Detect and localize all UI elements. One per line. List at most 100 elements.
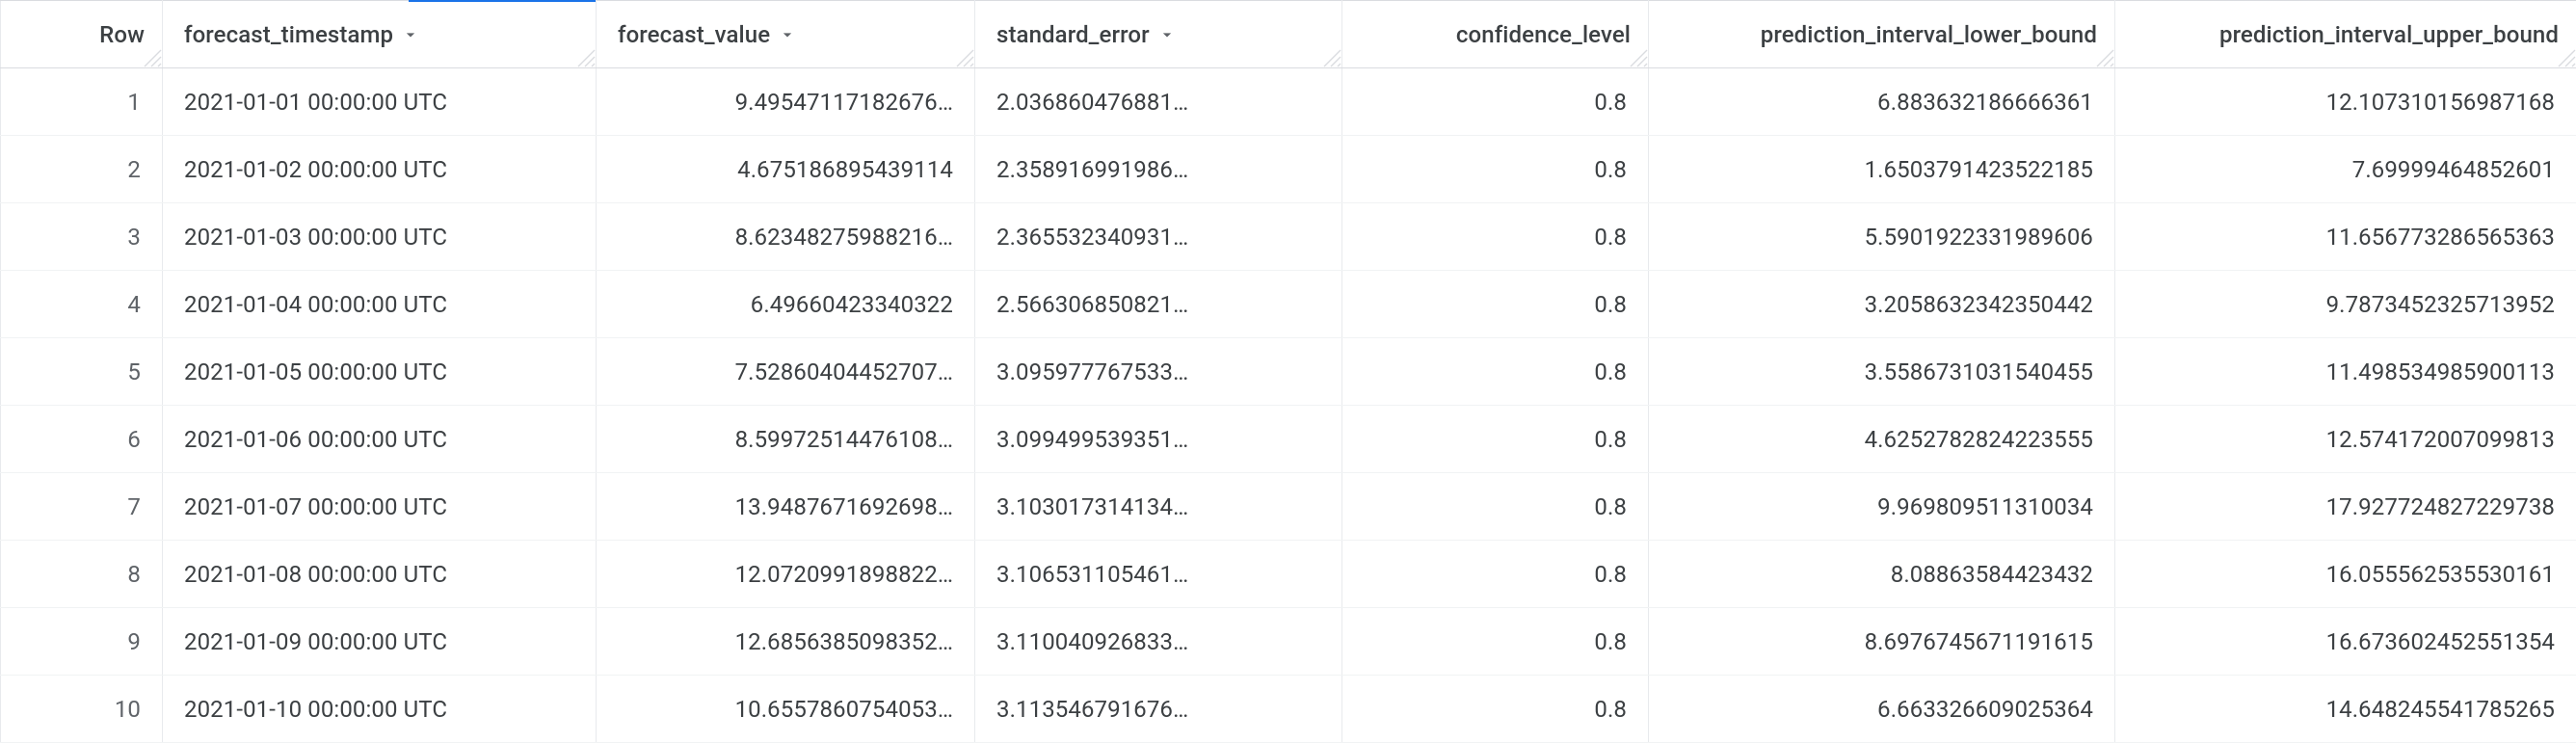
cell-standard-error: 2.566306850821… bbox=[975, 271, 1342, 338]
cell-pred-upper-bound: 14.648245541785265 bbox=[2115, 676, 2576, 743]
cell-standard-error-value: 3.099499539351… bbox=[975, 406, 1341, 472]
header-standard-error[interactable]: standard_error bbox=[975, 1, 1342, 68]
cell-standard-error: 2.036860476881… bbox=[975, 68, 1342, 136]
cell-forecast-value-value: 12.6856385098352… bbox=[597, 608, 974, 675]
cell-pred-lower-bound-value: 8.08863584423432 bbox=[1649, 541, 2114, 607]
cell-pred-upper-bound: 16.055562535530161 bbox=[2115, 541, 2576, 608]
table-row[interactable]: 82021-01-08 00:00:00 UTC12.0720991898822… bbox=[1, 541, 2576, 608]
cell-confidence-level: 0.8 bbox=[1342, 271, 1649, 338]
table-row[interactable]: 32021-01-03 00:00:00 UTC8.62348275988216… bbox=[1, 203, 2576, 271]
header-forecast-value[interactable]: forecast_value bbox=[597, 1, 975, 68]
cell-pred-lower-bound: 9.969809511310034 bbox=[1649, 473, 2115, 541]
resize-handle-icon[interactable] bbox=[953, 46, 974, 67]
cell-confidence-level-value: 0.8 bbox=[1342, 541, 1648, 607]
cell-forecast-timestamp-value: 2021-01-07 00:00:00 UTC bbox=[163, 473, 596, 540]
header-label-cl: confidence_level bbox=[1456, 21, 1631, 48]
cell-pred-lower-bound-value: 9.969809511310034 bbox=[1649, 473, 2114, 540]
cell-standard-error-value: 2.365532340931… bbox=[975, 203, 1341, 270]
table-row[interactable]: 12021-01-01 00:00:00 UTC9.49547117182676… bbox=[1, 68, 2576, 136]
cell-pred-upper-bound-value: 7.69999464852601 bbox=[2115, 136, 2576, 202]
resize-handle-icon[interactable] bbox=[2093, 46, 2114, 67]
cell-forecast-value: 8.62348275988216… bbox=[597, 203, 975, 271]
table-row[interactable]: 92021-01-09 00:00:00 UTC12.6856385098352… bbox=[1, 608, 2576, 676]
cell-pred-lower-bound-value: 3.5586731031540455 bbox=[1649, 338, 2114, 405]
cell-standard-error: 3.106531105461… bbox=[975, 541, 1342, 608]
cell-pred-upper-bound: 17.927724827229738 bbox=[2115, 473, 2576, 541]
header-row: Row forecast_timestamp bbox=[1, 1, 2576, 68]
resize-handle-icon[interactable] bbox=[574, 46, 596, 67]
table-row[interactable]: 22021-01-02 00:00:00 UTC4.67518689543911… bbox=[1, 136, 2576, 203]
cell-confidence-level: 0.8 bbox=[1342, 203, 1649, 271]
cell-row-number-value: 8 bbox=[1, 541, 162, 607]
cell-standard-error: 2.365532340931… bbox=[975, 203, 1342, 271]
cell-row-number: 2 bbox=[1, 136, 163, 203]
cell-standard-error: 3.110040926833… bbox=[975, 608, 1342, 676]
cell-pred-lower-bound: 3.2058632342350442 bbox=[1649, 271, 2115, 338]
cell-row-number: 4 bbox=[1, 271, 163, 338]
cell-pred-upper-bound-value: 14.648245541785265 bbox=[2115, 676, 2576, 742]
header-pred-lower-bound[interactable]: prediction_interval_lower_bound bbox=[1649, 1, 2115, 68]
cell-forecast-value: 12.6856385098352… bbox=[597, 608, 975, 676]
cell-standard-error-value: 3.113546791676… bbox=[975, 676, 1341, 742]
header-label-fv: forecast_value bbox=[618, 21, 770, 48]
table-row[interactable]: 42021-01-04 00:00:00 UTC6.49660423340322… bbox=[1, 271, 2576, 338]
resize-handle-icon[interactable] bbox=[141, 46, 162, 67]
cell-standard-error: 3.095977767533… bbox=[975, 338, 1342, 406]
cell-row-number-value: 6 bbox=[1, 406, 162, 472]
cell-forecast-value-value: 8.59972514476108… bbox=[597, 406, 974, 472]
resize-handle-icon[interactable] bbox=[1627, 46, 1648, 67]
cell-row-number: 5 bbox=[1, 338, 163, 406]
resize-handle-icon[interactable] bbox=[1320, 46, 1341, 67]
cell-forecast-timestamp-value: 2021-01-03 00:00:00 UTC bbox=[163, 203, 596, 270]
cell-standard-error: 3.113546791676… bbox=[975, 676, 1342, 743]
cell-row-number-value: 4 bbox=[1, 271, 162, 337]
cell-pred-lower-bound: 5.5901922331989606 bbox=[1649, 203, 2115, 271]
cell-forecast-value: 6.49660423340322 bbox=[597, 271, 975, 338]
cell-pred-lower-bound: 4.6252782824223555 bbox=[1649, 406, 2115, 473]
sort-dropdown-icon[interactable] bbox=[778, 25, 797, 44]
cell-row-number: 9 bbox=[1, 608, 163, 676]
cell-pred-upper-bound-value: 11.498534985900113 bbox=[2115, 338, 2576, 405]
cell-forecast-timestamp-value: 2021-01-01 00:00:00 UTC bbox=[163, 68, 596, 135]
cell-forecast-timestamp: 2021-01-02 00:00:00 UTC bbox=[163, 136, 597, 203]
cell-standard-error-value: 2.036860476881… bbox=[975, 68, 1341, 135]
cell-forecast-timestamp: 2021-01-04 00:00:00 UTC bbox=[163, 271, 597, 338]
cell-forecast-value-value: 10.6557860754053… bbox=[597, 676, 974, 742]
cell-pred-lower-bound-value: 4.6252782824223555 bbox=[1649, 406, 2114, 472]
cell-pred-lower-bound-value: 5.5901922331989606 bbox=[1649, 203, 2114, 270]
cell-forecast-timestamp-value: 2021-01-02 00:00:00 UTC bbox=[163, 136, 596, 202]
cell-pred-upper-bound-value: 16.055562535530161 bbox=[2115, 541, 2576, 607]
table-row[interactable]: 52021-01-05 00:00:00 UTC7.52860404452707… bbox=[1, 338, 2576, 406]
sort-dropdown-icon[interactable] bbox=[1157, 25, 1177, 44]
resize-handle-icon[interactable] bbox=[2555, 46, 2576, 67]
cell-forecast-value-value: 12.0720991898822… bbox=[597, 541, 974, 607]
cell-forecast-value: 12.0720991898822… bbox=[597, 541, 975, 608]
results-table: Row forecast_timestamp bbox=[0, 0, 2576, 743]
table-row[interactable]: 62021-01-06 00:00:00 UTC8.59972514476108… bbox=[1, 406, 2576, 473]
cell-pred-upper-bound: 16.673602452551354 bbox=[2115, 608, 2576, 676]
header-label-ub: prediction_interval_upper_bound bbox=[2219, 21, 2559, 48]
header-pred-upper-bound[interactable]: prediction_interval_upper_bound bbox=[2115, 1, 2576, 68]
cell-pred-lower-bound: 6.663326609025364 bbox=[1649, 676, 2115, 743]
cell-standard-error-value: 3.110040926833… bbox=[975, 608, 1341, 675]
header-forecast-timestamp[interactable]: forecast_timestamp bbox=[163, 1, 597, 68]
cell-standard-error: 3.099499539351… bbox=[975, 406, 1342, 473]
cell-confidence-level-value: 0.8 bbox=[1342, 406, 1648, 472]
cell-confidence-level: 0.8 bbox=[1342, 676, 1649, 743]
cell-pred-upper-bound-value: 11.656773286565363 bbox=[2115, 203, 2576, 270]
header-row-number[interactable]: Row bbox=[1, 1, 163, 68]
sort-dropdown-icon[interactable] bbox=[401, 25, 420, 44]
table-row[interactable]: 102021-01-10 00:00:00 UTC10.655786075405… bbox=[1, 676, 2576, 743]
cell-standard-error-value: 3.095977767533… bbox=[975, 338, 1341, 405]
cell-confidence-level: 0.8 bbox=[1342, 338, 1649, 406]
cell-row-number: 8 bbox=[1, 541, 163, 608]
cell-pred-upper-bound-value: 9.7873452325713952 bbox=[2115, 271, 2576, 337]
table-body: 12021-01-01 00:00:00 UTC9.49547117182676… bbox=[1, 68, 2576, 743]
cell-pred-lower-bound: 8.08863584423432 bbox=[1649, 541, 2115, 608]
header-confidence-level[interactable]: confidence_level bbox=[1342, 1, 1649, 68]
header-label-row: Row bbox=[99, 21, 145, 48]
cell-pred-lower-bound: 8.6976745671191615 bbox=[1649, 608, 2115, 676]
table-row[interactable]: 72021-01-07 00:00:00 UTC13.9487671692698… bbox=[1, 473, 2576, 541]
cell-row-number-value: 1 bbox=[1, 68, 162, 135]
cell-forecast-timestamp: 2021-01-10 00:00:00 UTC bbox=[163, 676, 597, 743]
